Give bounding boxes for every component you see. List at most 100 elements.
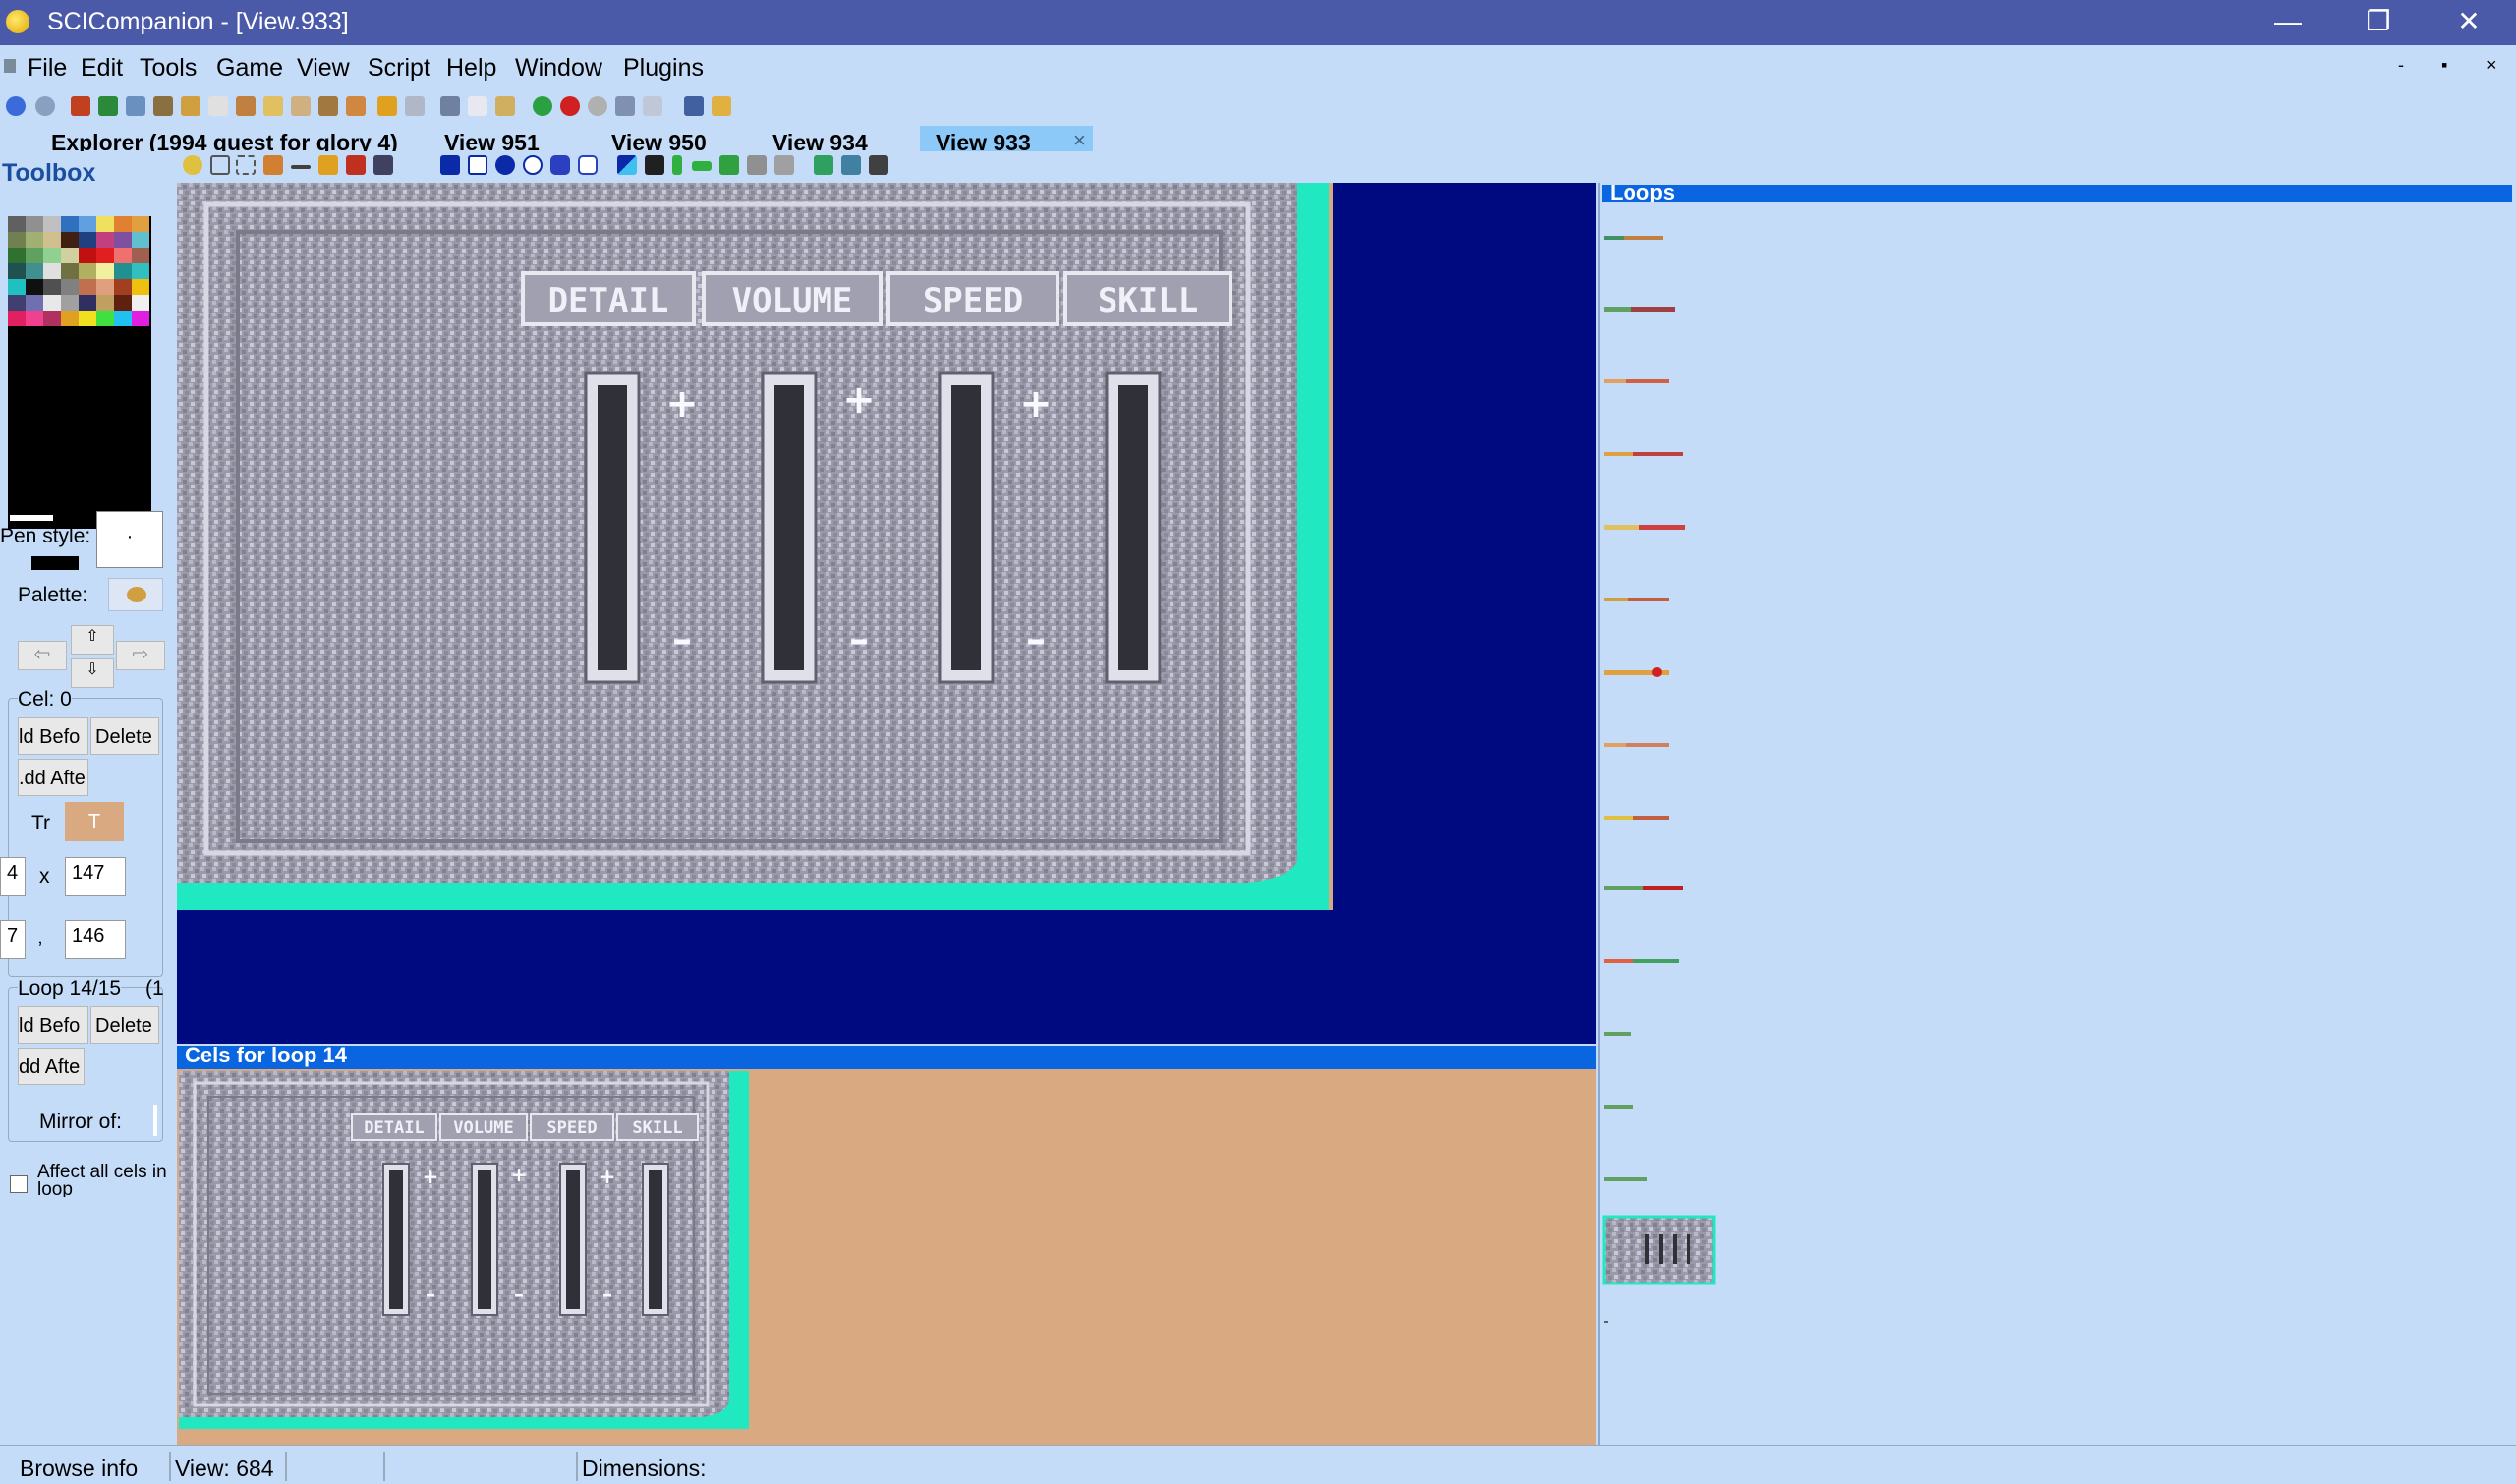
mdi-minimize-button[interactable]: - bbox=[2398, 55, 2404, 76]
cel-label: Cel: 0 bbox=[18, 688, 72, 712]
debug-icon[interactable] bbox=[560, 96, 580, 116]
eyedropper-icon[interactable] bbox=[373, 155, 393, 175]
palette-button[interactable] bbox=[108, 578, 163, 611]
loop-delete-button[interactable]: Delete bbox=[90, 1006, 159, 1044]
new-game-icon[interactable] bbox=[71, 96, 90, 116]
status-divider bbox=[383, 1452, 385, 1481]
new-cursor-icon[interactable] bbox=[181, 96, 200, 116]
zoom-icon[interactable] bbox=[183, 155, 202, 175]
cel-thumbnail[interactable]: DETAIL VOLUME SPEED SKILL + + + – – – bbox=[179, 1071, 753, 1435]
filled-roundrect-icon[interactable] bbox=[550, 155, 570, 175]
thumb-volume-minus: – bbox=[514, 1283, 524, 1306]
palette-swatch-grid[interactable] bbox=[8, 216, 151, 529]
flip-h-icon[interactable] bbox=[692, 161, 712, 171]
mdi-close-button[interactable]: × bbox=[2487, 55, 2497, 76]
copy-icon[interactable] bbox=[468, 96, 487, 116]
transparency-icon[interactable] bbox=[617, 155, 637, 175]
tab-explorer[interactable]: Explorer (1994 quest for glory 4) bbox=[35, 126, 448, 151]
animate-icon[interactable] bbox=[869, 155, 888, 175]
menu-script[interactable]: Script bbox=[368, 54, 430, 83]
new-script-icon[interactable] bbox=[346, 96, 366, 116]
new-font-icon[interactable] bbox=[153, 96, 173, 116]
open-icon[interactable] bbox=[377, 96, 397, 116]
new-palette-icon[interactable] bbox=[291, 96, 311, 116]
menu-file[interactable]: File bbox=[28, 54, 67, 83]
line-icon[interactable] bbox=[291, 165, 311, 169]
tab-close-icon[interactable]: × bbox=[1073, 128, 1086, 153]
minimize-button[interactable]: — bbox=[2243, 0, 2333, 45]
back-icon[interactable] bbox=[6, 96, 26, 116]
origin-icon[interactable] bbox=[774, 155, 794, 175]
brush-icon[interactable] bbox=[346, 155, 366, 175]
pencil-icon[interactable] bbox=[263, 155, 283, 175]
cels-panel[interactable]: DETAIL VOLUME SPEED SKILL + + + – – – bbox=[177, 1069, 1596, 1445]
new-text-icon[interactable] bbox=[208, 96, 228, 116]
rotate-icon[interactable] bbox=[719, 155, 739, 175]
cel-height-input[interactable]: 146 bbox=[65, 920, 126, 959]
plugin-icon[interactable] bbox=[712, 96, 731, 116]
stop-icon[interactable] bbox=[588, 96, 607, 116]
compile-all-icon[interactable] bbox=[643, 96, 662, 116]
filled-ellipse-icon[interactable] bbox=[495, 155, 515, 175]
maximize-button[interactable]: ❐ bbox=[2333, 0, 2424, 45]
forward-icon[interactable] bbox=[35, 96, 55, 116]
rect-icon[interactable] bbox=[468, 155, 487, 175]
search-icon[interactable] bbox=[684, 96, 704, 116]
flip-v-icon[interactable] bbox=[672, 155, 682, 175]
select-icon[interactable] bbox=[236, 155, 256, 175]
cel-width-input[interactable]: 147 bbox=[65, 857, 126, 896]
move-left-button[interactable]: ⇦ bbox=[18, 641, 67, 670]
affect-all-cels-checkbox[interactable] bbox=[10, 1175, 28, 1193]
menu-view[interactable]: View bbox=[297, 54, 350, 83]
compile-icon[interactable] bbox=[615, 96, 635, 116]
origin-x-input[interactable]: 4 bbox=[0, 857, 26, 896]
paste-icon[interactable] bbox=[495, 96, 515, 116]
ellipse-icon[interactable] bbox=[523, 155, 543, 175]
loops-panel[interactable] bbox=[1598, 183, 2516, 1445]
menu-window[interactable]: Window bbox=[515, 54, 602, 83]
move-up-button[interactable]: ⇧ bbox=[71, 625, 114, 655]
eyedrop2-icon[interactable] bbox=[645, 155, 664, 175]
filled-rect-icon[interactable] bbox=[440, 155, 460, 175]
origin-y-input[interactable]: 7 bbox=[0, 920, 26, 959]
detail-minus: – bbox=[672, 617, 692, 662]
loop-add-after-button[interactable]: dd Afte bbox=[18, 1048, 85, 1085]
fill-icon[interactable] bbox=[318, 155, 338, 175]
run-icon[interactable] bbox=[533, 96, 552, 116]
cel-delete-button[interactable]: Delete bbox=[90, 717, 159, 755]
pointer-icon[interactable] bbox=[210, 155, 230, 175]
volume-plus: + bbox=[842, 377, 876, 423]
roundrect-icon[interactable] bbox=[578, 155, 598, 175]
tab-view-951[interactable]: View 951 bbox=[429, 126, 609, 151]
move-down-button[interactable]: ⇩ bbox=[71, 658, 114, 688]
tab-view-934[interactable]: View 934 bbox=[757, 126, 940, 151]
new-message-icon[interactable] bbox=[318, 96, 338, 116]
cel-add-before-button[interactable]: ld Befo bbox=[18, 717, 88, 755]
close-button[interactable]: ✕ bbox=[2424, 0, 2514, 45]
status-bar: Browse info View: 684 Dimensions: bbox=[0, 1445, 2516, 1484]
loop-add-before-button[interactable]: ld Befo bbox=[18, 1006, 88, 1044]
save-icon[interactable] bbox=[405, 96, 425, 116]
menu-tools[interactable]: Tools bbox=[140, 54, 197, 83]
mirror-of-dropdown[interactable] bbox=[153, 1105, 157, 1136]
transparent-color-button[interactable]: T bbox=[65, 802, 124, 841]
cel-image[interactable]: DETAIL VOLUME SPEED SKILL + + + – – – bbox=[177, 183, 1333, 910]
menu-edit[interactable]: Edit bbox=[81, 54, 123, 83]
menu-game[interactable]: Game bbox=[216, 54, 283, 83]
tab-view-933[interactable]: View 933 bbox=[920, 126, 1093, 151]
new-view-icon[interactable] bbox=[126, 96, 145, 116]
pen-style-box[interactable]: · bbox=[96, 511, 163, 568]
cut-icon[interactable] bbox=[440, 96, 460, 116]
menu-help[interactable]: Help bbox=[446, 54, 496, 83]
placement-icon[interactable] bbox=[747, 155, 767, 175]
new-vocab-icon[interactable] bbox=[263, 96, 283, 116]
menu-plugins[interactable]: Plugins bbox=[623, 54, 704, 83]
cel-add-after-button[interactable]: .dd Afte bbox=[18, 759, 88, 796]
export-icon[interactable] bbox=[841, 155, 861, 175]
new-pic-icon[interactable] bbox=[98, 96, 118, 116]
mdi-restore-button[interactable]: ▪ bbox=[2441, 55, 2447, 76]
import-icon[interactable] bbox=[814, 155, 833, 175]
move-right-button[interactable]: ⇨ bbox=[116, 641, 165, 670]
status-divider bbox=[169, 1452, 171, 1481]
new-sound-icon[interactable] bbox=[236, 96, 256, 116]
